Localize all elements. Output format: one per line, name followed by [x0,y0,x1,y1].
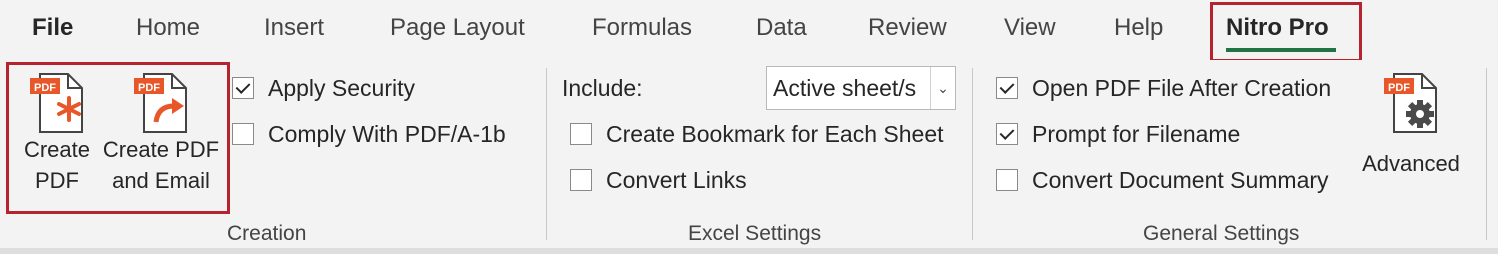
nitro-tab-highlight [1210,2,1362,62]
tab-page-layout[interactable]: Page Layout [390,14,525,42]
comply-pdfa-option[interactable]: Comply With PDF/A-1b [232,119,506,149]
group-separator [972,68,973,240]
tab-view[interactable]: View [1004,14,1056,42]
apply-security-checkbox[interactable] [232,77,254,99]
tab-review[interactable]: Review [868,14,947,42]
gear-icon: PDF [1384,73,1437,133]
create-bookmark-option[interactable]: Create Bookmark for Each Sheet [570,119,944,149]
apply-security-option[interactable]: Apply Security [232,73,415,103]
advanced-label: Advanced [1362,151,1460,176]
include-label: Include: [562,75,643,101]
convert-links-label: Convert Links [606,166,747,193]
comply-pdfa-checkbox[interactable] [232,123,254,145]
svg-text:PDF: PDF [1388,82,1410,94]
chevron-down-icon[interactable]: ⌄ [930,67,955,109]
prompt-filename-label: Prompt for Filename [1032,120,1241,147]
advanced-button[interactable]: PDF Advanced [1356,72,1466,179]
convert-summary-checkbox[interactable] [996,169,1018,191]
open-pdf-checkbox[interactable] [996,77,1018,99]
convert-summary-option[interactable]: Convert Document Summary [996,165,1329,195]
group-separator [546,68,547,240]
group-separator [1486,68,1487,240]
include-dropdown-value: Active sheet/s [773,74,917,101]
open-pdf-label: Open PDF File After Creation [1032,74,1332,101]
convert-summary-label: Convert Document Summary [1032,166,1329,193]
comply-pdfa-label: Comply With PDF/A-1b [268,120,506,147]
open-pdf-option[interactable]: Open PDF File After Creation [996,73,1331,103]
ribbon-bottom-border [0,248,1498,254]
tab-home[interactable]: Home [136,14,200,42]
apply-security-label: Apply Security [268,74,416,101]
convert-links-checkbox[interactable] [570,169,592,191]
create-bookmark-label: Create Bookmark for Each Sheet [606,120,944,147]
include-dropdown[interactable]: Active sheet/s ⌄ [766,66,956,110]
tab-help[interactable]: Help [1114,14,1163,42]
tab-insert[interactable]: Insert [264,14,324,42]
convert-links-option[interactable]: Convert Links [570,165,747,195]
general-settings-group-label: General Settings [1143,222,1300,245]
excel-settings-group-label: Excel Settings [688,222,822,245]
prompt-filename-option[interactable]: Prompt for Filename [996,119,1240,149]
tab-file[interactable]: File [32,14,73,42]
create-buttons-highlight [6,62,230,214]
prompt-filename-checkbox[interactable] [996,123,1018,145]
create-bookmark-checkbox[interactable] [570,123,592,145]
tab-data[interactable]: Data [756,14,807,42]
tab-formulas[interactable]: Formulas [592,14,692,42]
creation-group-label: Creation [227,222,307,245]
